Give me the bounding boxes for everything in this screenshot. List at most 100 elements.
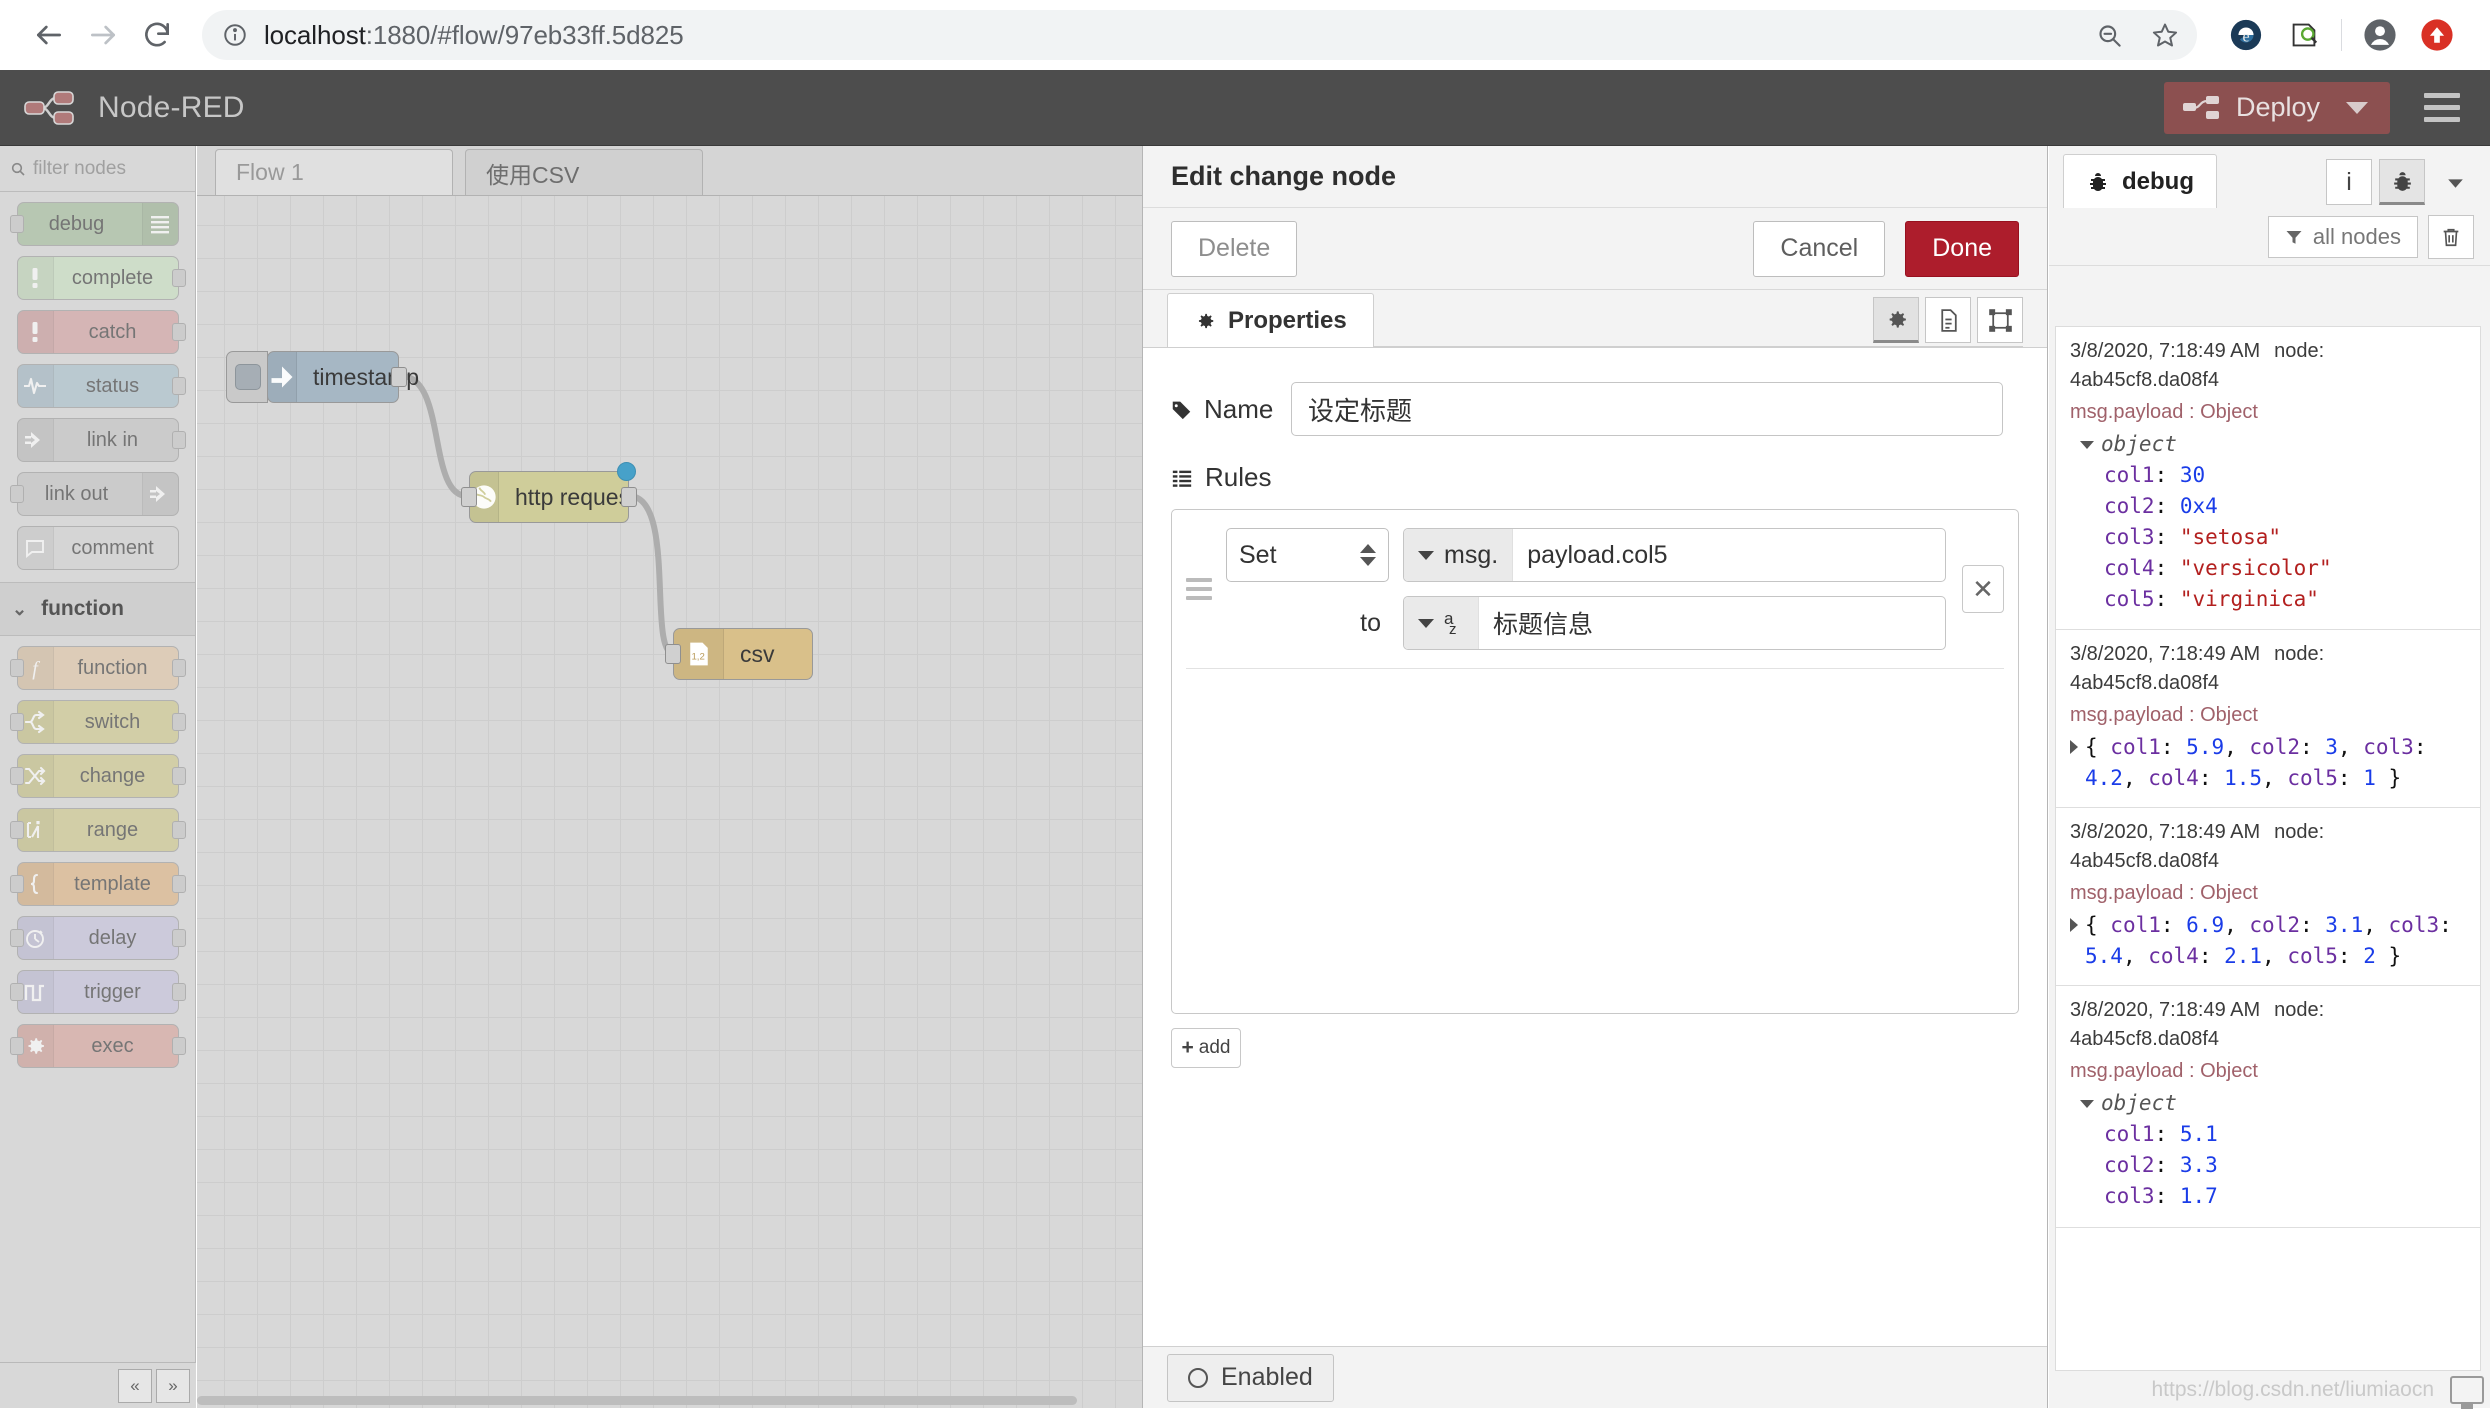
node-red-logo-icon [22, 88, 84, 128]
node-input-port[interactable] [10, 485, 24, 503]
name-input[interactable]: 设定标题 [1291, 382, 2003, 436]
palette-node-change[interactable]: change [17, 754, 179, 798]
back-arrow-icon[interactable] [22, 8, 76, 62]
debug-message[interactable]: 3/8/2020, 7:18:49 AMnode:4ab45cf8.da08f4… [2056, 630, 2480, 808]
flow-node-csv[interactable]: 1,2 csv [673, 628, 813, 680]
node-output-port[interactable] [391, 367, 407, 387]
node-output-port[interactable] [172, 983, 186, 1001]
debug-message[interactable]: 3/8/2020, 7:18:49 AMnode:4ab45cf8.da08f4… [2056, 808, 2480, 986]
done-button[interactable]: Done [1905, 221, 2019, 277]
node-input-port[interactable] [10, 1037, 24, 1055]
drag-handle-icon[interactable] [1186, 578, 1216, 600]
search-page-extension-icon[interactable] [2281, 12, 2327, 58]
debug-message[interactable]: 3/8/2020, 7:18:49 AMnode:4ab45cf8.da08f4… [2056, 986, 2480, 1227]
node-input-port[interactable] [10, 215, 24, 233]
debug-object-inline[interactable]: { col1: 5.9, col2: 3, col3: 4.2, col4: 1… [2070, 732, 2466, 793]
reload-icon[interactable] [130, 8, 184, 62]
add-rule-button[interactable]: + add [1171, 1028, 1241, 1068]
palette-node-comment[interactable]: comment [17, 526, 179, 570]
palette-node-link-out[interactable]: link out [17, 472, 179, 516]
palette-node-switch[interactable]: switch [17, 700, 179, 744]
node-output-port[interactable] [172, 323, 186, 341]
palette-node-debug[interactable]: debug [17, 202, 179, 246]
palette-node-exec[interactable]: exec [17, 1024, 179, 1068]
chevron-down-double-icon[interactable]: » [156, 1369, 190, 1403]
address-bar[interactable]: localhost:1880/#flow/97eb33ff.5d825 [202, 10, 2197, 60]
debug-message[interactable]: 3/8/2020, 7:18:49 AMnode:4ab45cf8.da08f4… [2056, 327, 2480, 630]
node-output-port[interactable] [172, 1037, 186, 1055]
rule-action-select[interactable]: Set [1226, 528, 1389, 582]
chevron-up-double-icon[interactable]: « [118, 1369, 152, 1403]
star-icon[interactable] [2151, 21, 2179, 49]
zoom-out-icon[interactable] [2096, 22, 2123, 49]
deploy-button[interactable]: Deploy [2164, 82, 2390, 134]
debug-object-header[interactable]: object [2080, 429, 2466, 460]
palette-node-catch[interactable]: catch [17, 310, 179, 354]
enabled-toggle[interactable]: Enabled [1167, 1354, 1334, 1402]
appearance-icon[interactable] [1977, 297, 2023, 343]
palette-node-link-in[interactable]: link in [17, 418, 179, 462]
debug-message-list[interactable]: 3/8/2020, 7:18:49 AMnode:4ab45cf8.da08f4… [2055, 326, 2481, 1371]
rule-target-type-select[interactable]: msg. [1404, 529, 1513, 581]
palette-node-function[interactable]: ffunction [17, 646, 179, 690]
flow-node-timestamp[interactable]: timestamp [267, 351, 399, 403]
palette-node-trigger[interactable]: trigger [17, 970, 179, 1014]
node-output-port[interactable] [172, 659, 186, 677]
debug-node-id: 4ab45cf8.da08f4 [2070, 847, 2466, 876]
flow-tab-1[interactable]: Flow 1 [215, 149, 453, 195]
profile-avatar-icon[interactable] [2360, 15, 2400, 55]
node-input-port[interactable] [10, 929, 24, 947]
gear-icon[interactable] [1873, 297, 1919, 343]
palette-filter-row[interactable]: filter nodes [0, 146, 195, 192]
node-input-port[interactable] [10, 767, 24, 785]
forward-arrow-icon[interactable] [76, 8, 130, 62]
rule-value-input[interactable]: az 标题信息 [1403, 596, 1946, 650]
node-output-port[interactable] [172, 431, 186, 449]
node-output-port[interactable] [172, 821, 186, 839]
page-info-icon[interactable] [220, 20, 250, 50]
tab-debug[interactable]: debug [2063, 154, 2217, 208]
node-output-port[interactable] [621, 487, 637, 507]
palette-node-status[interactable]: status [17, 364, 179, 408]
filter-all-nodes-button[interactable]: all nodes [2268, 216, 2418, 258]
node-input-port[interactable] [461, 487, 477, 507]
cancel-button[interactable]: Cancel [1753, 221, 1885, 277]
extension-icon[interactable]: e [2223, 12, 2269, 58]
node-input-port[interactable] [10, 983, 24, 1001]
node-input-port[interactable] [10, 713, 24, 731]
info-tab-icon[interactable]: i [2326, 159, 2372, 205]
node-input-port[interactable] [10, 821, 24, 839]
debug-object-inline[interactable]: { col1: 6.9, col2: 3.1, col3: 5.4, col4:… [2070, 910, 2466, 971]
tab-properties[interactable]: Properties [1167, 293, 1374, 347]
rule-target-input[interactable]: msg. payload.col5 [1403, 528, 1946, 582]
flow-tab-2[interactable]: 使用CSV [465, 149, 703, 195]
palette-node-complete[interactable]: complete [17, 256, 179, 300]
description-icon[interactable] [1925, 297, 1971, 343]
node-output-port[interactable] [172, 377, 186, 395]
node-output-port[interactable] [172, 875, 186, 893]
hamburger-menu-icon[interactable] [2424, 93, 2460, 122]
node-input-port[interactable] [10, 875, 24, 893]
palette-category-function[interactable]: ⌄ function [0, 582, 195, 636]
node-output-port[interactable] [172, 269, 186, 287]
close-x-icon[interactable]: ✕ [1962, 565, 2004, 613]
trash-icon[interactable] [2428, 215, 2474, 259]
inject-button[interactable] [226, 351, 268, 403]
chevron-down-icon[interactable] [2432, 159, 2478, 205]
palette-node-template[interactable]: template [17, 862, 179, 906]
flow-node-http-request[interactable]: http request [469, 471, 629, 523]
node-output-port[interactable] [172, 767, 186, 785]
palette-scroll-area[interactable]: debug complete catch status link in link out c… [0, 192, 195, 1362]
palette-node-range[interactable]: range [17, 808, 179, 852]
chevron-down-icon[interactable] [2346, 102, 2368, 114]
rule-value-type-select[interactable]: az [1404, 597, 1479, 649]
update-available-icon[interactable] [2416, 14, 2458, 56]
node-output-port[interactable] [172, 929, 186, 947]
delete-button[interactable]: Delete [1171, 221, 1297, 277]
node-input-port[interactable] [665, 644, 681, 664]
bug-icon[interactable] [2379, 159, 2425, 205]
node-output-port[interactable] [172, 713, 186, 731]
palette-node-delay[interactable]: delay [17, 916, 179, 960]
node-input-port[interactable] [10, 659, 24, 677]
debug-object-header[interactable]: object [2080, 1088, 2466, 1119]
